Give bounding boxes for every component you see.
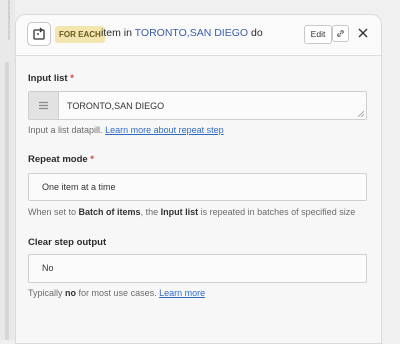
for-each-badge: FOR EACH <box>55 26 105 43</box>
datapill-handle-icon[interactable] <box>29 92 59 119</box>
repeat-mode-help: When set to Batch of items, the Input li… <box>28 207 355 217</box>
input-list-label: Input list * <box>28 73 74 84</box>
help-text: , the <box>140 207 159 217</box>
clear-output-select[interactable]: No <box>28 254 367 283</box>
dotted-connector <box>8 0 10 40</box>
panel-header: FOR EACH item in TORONTO,SAN DIEGO do Ed… <box>16 15 381 56</box>
repeat-mode-select[interactable]: One item at a time <box>28 173 367 201</box>
step-title: item in TORONTO,SAN DIEGO do <box>101 27 263 39</box>
repeat-step-icon[interactable] <box>27 22 51 46</box>
scroll-rail[interactable] <box>5 62 9 340</box>
repeat-mode-value: One item at a time <box>42 182 116 192</box>
copy-link-button[interactable] <box>332 25 349 42</box>
required-mark: * <box>70 73 74 84</box>
title-prefix: item in <box>101 27 132 39</box>
help-text: Typically <box>28 288 63 298</box>
input-list-field[interactable]: TORONTO,SAN DIEGO <box>28 91 367 120</box>
clear-output-value: No <box>42 263 54 273</box>
input-list-value: TORONTO,SAN DIEGO <box>67 101 165 111</box>
title-datapill: TORONTO,SAN DIEGO <box>134 27 249 39</box>
clear-output-help: Typically no for most use cases. Learn m… <box>28 288 205 298</box>
help-bold: Input list <box>160 207 199 217</box>
link-icon <box>337 30 344 37</box>
step-config-panel: FOR EACH item in TORONTO,SAN DIEGO do Ed… <box>15 14 382 344</box>
input-list-help: Input a list datapill. Learn more about … <box>28 125 224 135</box>
left-canvas-strip <box>0 0 15 340</box>
help-text: is repeated in batches of specified size <box>200 207 356 217</box>
resize-handle-icon[interactable] <box>358 111 364 117</box>
input-list-help-text: Input a list datapill. <box>28 125 103 135</box>
help-bold: Batch of items <box>78 207 141 217</box>
help-text: When set to <box>28 207 77 217</box>
input-list-label-text: Input list <box>28 73 68 84</box>
required-mark: * <box>90 154 94 165</box>
help-bold: no <box>65 288 77 298</box>
repeat-mode-label-text: Repeat mode <box>28 154 88 165</box>
title-suffix: do <box>250 27 263 39</box>
clear-output-label-text: Clear step output <box>28 237 107 248</box>
edit-button[interactable]: Edit <box>304 25 332 44</box>
clear-output-learn-more-link[interactable]: Learn more <box>159 288 205 298</box>
clear-output-label: Clear step output <box>28 237 106 248</box>
help-text: for most use cases. <box>78 288 157 298</box>
repeat-step-learn-more-link[interactable]: Learn more about repeat step <box>105 125 224 135</box>
close-icon[interactable] <box>356 26 370 40</box>
repeat-mode-label: Repeat mode * <box>28 154 94 165</box>
